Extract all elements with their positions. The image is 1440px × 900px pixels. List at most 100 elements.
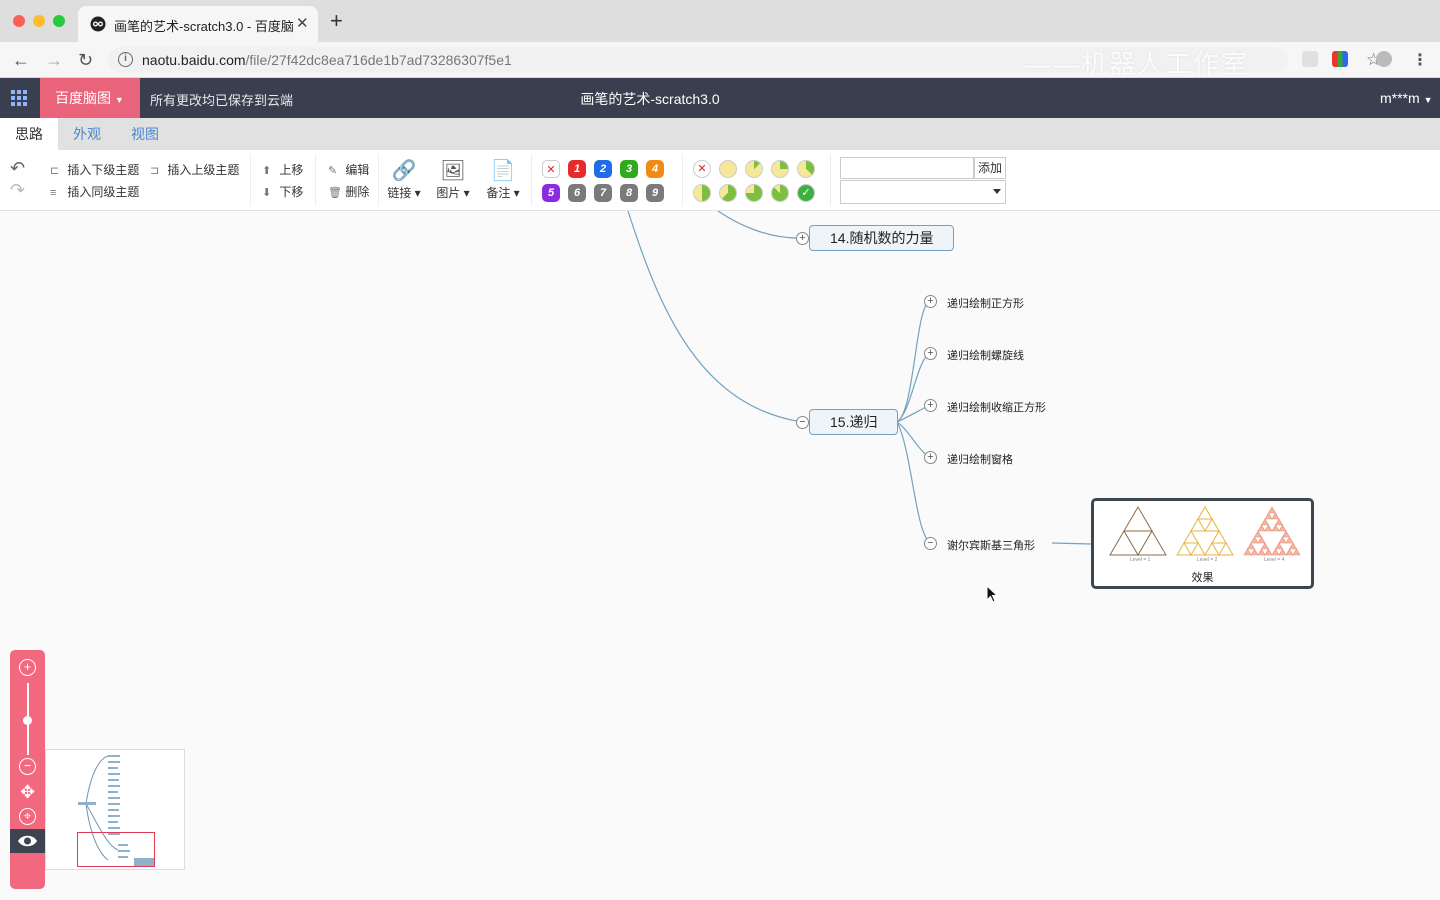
collapse-node-15-icon[interactable]: − xyxy=(796,416,809,429)
menu-tabs: 思路 外观 视图 xyxy=(0,118,1440,150)
expand-child-2-icon[interactable]: + xyxy=(924,347,937,360)
progress-4-icon[interactable] xyxy=(693,184,711,202)
zoom-in-icon[interactable]: + xyxy=(19,659,36,676)
reload-icon[interactable]: ↻ xyxy=(78,50,93,70)
progress-remove-icon[interactable]: ✕ xyxy=(693,160,711,178)
document-title[interactable]: 画笔的艺术-scratch3.0 xyxy=(520,89,780,109)
app-header: 百度脑图 ▼ 所有更改均已保存到云端 画笔的艺术-scratch3.0 m***… xyxy=(0,78,1440,118)
maximize-window-button[interactable] xyxy=(53,15,65,27)
zoom-out-icon[interactable]: − xyxy=(19,758,36,775)
node-14[interactable]: 14.随机数的力量 xyxy=(809,225,955,251)
tab-title: 画笔的艺术-scratch3.0 - 百度脑图 xyxy=(114,19,294,34)
toolbar: ↶ ↷ ⊏ 插入下级主题 ⊐ 插入上级主题 ≡ 插入同级主题 ⬆ 上移 ⬇ 下移… xyxy=(0,150,1440,211)
pencil-icon: ✎ xyxy=(328,165,338,177)
extension-cloud-icon[interactable] xyxy=(1302,51,1318,67)
delete-button[interactable]: 🗑 删除 xyxy=(328,183,369,200)
move-up-button[interactable]: ⬆ 上移 xyxy=(262,161,303,178)
resource-select[interactable] xyxy=(840,180,1006,204)
resource-add-button[interactable]: 添加 xyxy=(974,157,1006,179)
note-button[interactable]: 📄 备注 ▾ xyxy=(484,158,522,201)
link-button[interactable]: 🔗 链接 ▾ xyxy=(385,158,423,201)
resource-input[interactable] xyxy=(840,157,974,179)
info-icon[interactable]: i xyxy=(118,52,133,67)
tab-close-icon[interactable]: ✕ xyxy=(296,14,309,32)
redo-icon[interactable]: ↷ xyxy=(10,180,25,200)
child-node-1[interactable]: 递归绘制正方形 xyxy=(947,295,1024,311)
close-window-button[interactable] xyxy=(13,15,25,27)
priority-3-button[interactable]: 3 xyxy=(620,160,638,178)
brand-menu-button[interactable]: 百度脑图 ▼ xyxy=(40,78,140,118)
expand-child-4-icon[interactable]: + xyxy=(924,451,937,464)
back-icon[interactable]: ← xyxy=(12,50,30,70)
priority-9-button[interactable]: 9 xyxy=(646,184,664,202)
zoom-pan-panel: + − ✥ ⌖ xyxy=(10,650,45,889)
move-down-button[interactable]: ⬇ 下移 xyxy=(262,183,303,200)
url-text: naotu.baidu.com/file/27f42dc8ea716de1b7a… xyxy=(142,52,512,68)
expand-node-14-icon[interactable]: + xyxy=(796,232,809,245)
priority-2-button[interactable]: 2 xyxy=(594,160,612,178)
insert-sibling-button[interactable]: ≡ 插入同级主题 xyxy=(50,183,139,200)
app-grid-icon[interactable] xyxy=(0,78,40,118)
extension-gear-icon[interactable] xyxy=(1376,51,1392,67)
trash-icon: 🗑 xyxy=(328,187,342,199)
progress-7-icon[interactable] xyxy=(771,184,789,202)
baidu-naotu-favicon-icon xyxy=(90,16,106,32)
user-menu[interactable]: m***m ▼ xyxy=(1380,90,1432,106)
arrow-up-icon: ⬆ xyxy=(262,165,272,177)
link-icon: 🔗 xyxy=(391,160,417,182)
image-icon: 🖼 xyxy=(440,160,466,182)
priority-8-button[interactable]: 8 xyxy=(620,184,638,202)
zoom-slider-knob[interactable] xyxy=(23,716,32,725)
undo-icon[interactable]: ↶ xyxy=(10,158,25,178)
mindmap-canvas[interactable]: + 14.随机数的力量 − 15.递归 + 递归绘制正方形 + 递归绘制螺旋线 … xyxy=(0,211,1440,900)
browser-menu-icon[interactable]: ⋮ xyxy=(1412,50,1428,70)
expand-child-3-icon[interactable]: + xyxy=(924,399,937,412)
expand-child-1-icon[interactable]: + xyxy=(924,295,937,308)
priority-5-button[interactable]: 5 xyxy=(542,184,560,202)
browser-tab-bar: 画笔的艺术-scratch3.0 - 百度脑图 ✕ + xyxy=(0,0,1440,42)
collapse-child-5-icon[interactable]: − xyxy=(924,537,937,550)
priority-6-button[interactable]: 6 xyxy=(568,184,586,202)
image-button[interactable]: 🖼 图片 ▾ xyxy=(434,158,472,201)
insert-parent-button[interactable]: ⊐ 插入上级主题 xyxy=(150,161,239,178)
caret-down-icon: ▼ xyxy=(1423,95,1433,105)
forward-icon[interactable]: → xyxy=(45,50,63,70)
browser-tab[interactable]: 画笔的艺术-scratch3.0 - 百度脑图 ✕ xyxy=(78,6,318,42)
priority-remove-icon[interactable]: ✕ xyxy=(542,160,560,178)
progress-6-icon[interactable] xyxy=(745,184,763,202)
level-2-label: Level = 2 xyxy=(1197,557,1218,563)
progress-2-icon[interactable] xyxy=(771,160,789,178)
insert-sibling-icon: ≡ xyxy=(50,187,57,199)
progress-3-icon[interactable] xyxy=(797,160,815,178)
child-node-3[interactable]: 递归绘制收缩正方形 xyxy=(947,399,1046,415)
insert-child-button[interactable]: ⊏ 插入下级主题 xyxy=(50,161,139,178)
priority-7-button[interactable]: 7 xyxy=(594,184,612,202)
child-node-2[interactable]: 递归绘制螺旋线 xyxy=(947,347,1024,363)
locate-root-icon[interactable]: ⌖ xyxy=(19,808,36,825)
save-status: 所有更改均已保存到云端 xyxy=(150,93,294,108)
navigator-minimap[interactable] xyxy=(45,749,185,870)
minimize-window-button[interactable] xyxy=(33,15,45,27)
edit-button[interactable]: ✎ 编辑 xyxy=(328,161,369,178)
priority-1-button[interactable]: 1 xyxy=(568,160,586,178)
arrow-down-icon: ⬇ xyxy=(262,187,272,199)
child-node-4[interactable]: 递归绘制窗格 xyxy=(947,451,1013,467)
child-node-5[interactable]: 谢尔宾斯基三角形 xyxy=(947,537,1035,553)
image-node[interactable]: Level = 1 Level = 2 Level = 4 效果 xyxy=(1091,498,1314,589)
progress-5-icon[interactable] xyxy=(719,184,737,202)
extension-color-icon[interactable] xyxy=(1332,51,1348,67)
minimap-viewport[interactable] xyxy=(77,832,155,867)
tab-view[interactable]: 视图 xyxy=(116,118,174,150)
progress-0-icon[interactable] xyxy=(719,160,737,178)
progress-1-icon[interactable] xyxy=(745,160,763,178)
node-15[interactable]: 15.递归 xyxy=(809,409,899,435)
priority-4-button[interactable]: 4 xyxy=(646,160,664,178)
image-caption: 效果 xyxy=(1191,572,1214,584)
new-tab-icon[interactable]: + xyxy=(330,10,343,32)
tab-idea[interactable]: 思路 xyxy=(0,118,58,150)
move-hand-icon[interactable]: ✥ xyxy=(19,783,36,801)
tab-appearance[interactable]: 外观 xyxy=(58,118,116,150)
level-4-label: Level = 4 xyxy=(1264,557,1285,563)
navigator-toggle-button[interactable] xyxy=(10,829,45,853)
progress-done-icon[interactable]: ✓ xyxy=(797,184,815,202)
